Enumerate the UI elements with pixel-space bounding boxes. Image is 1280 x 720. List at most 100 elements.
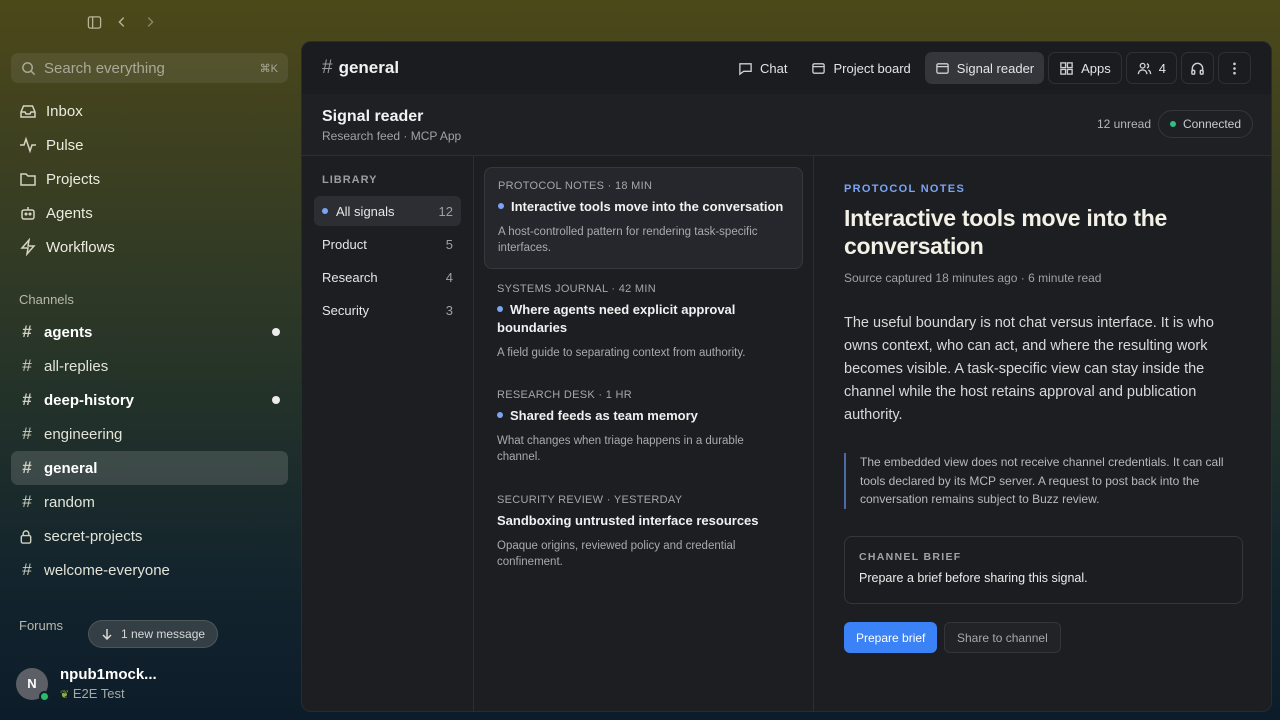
- forward-icon[interactable]: [140, 12, 160, 32]
- tab-label: Project board: [833, 60, 911, 76]
- library-item-security[interactable]: Security 3: [314, 295, 461, 325]
- active-dot: [322, 208, 328, 214]
- zap-icon: [20, 238, 36, 256]
- channel-item-secret-projects[interactable]: secret-projects: [11, 519, 288, 553]
- inbox-icon: [20, 105, 36, 118]
- members-count: 4: [1158, 60, 1166, 76]
- chat-icon: [739, 62, 752, 75]
- tab-apps[interactable]: Apps: [1048, 52, 1122, 84]
- arrow-down-icon: [102, 629, 112, 640]
- library-item-count: 4: [445, 269, 453, 285]
- app-subtitle: Research feed · MCP App: [322, 129, 462, 143]
- channel-item-random[interactable]: # random: [11, 485, 288, 519]
- unread-dot: [272, 396, 280, 404]
- channel-item-all-replies[interactable]: # all-replies: [11, 349, 288, 383]
- library-item-all-signals[interactable]: All signals 12: [314, 196, 461, 226]
- signal-title: Shared feeds as team memory: [497, 407, 790, 425]
- members-button[interactable]: 4: [1125, 52, 1177, 84]
- library-item-research[interactable]: Research 4: [314, 262, 461, 292]
- article-view: PROTOCOL NOTES Interactive tools move in…: [814, 156, 1271, 711]
- signal-card[interactable]: SECURITY REVIEW · YESTERDAY Sandboxing u…: [484, 482, 803, 582]
- library-panel: LIBRARY All signals 12 Product 5 Researc…: [302, 156, 474, 711]
- user-status: ❦ E2E Test: [60, 686, 157, 701]
- reader-icon: [936, 62, 949, 74]
- channel-name: general: [44, 459, 98, 477]
- signal-meta: PROTOCOL NOTES · 18 MIN: [498, 180, 653, 192]
- library-item-label: Research: [322, 269, 378, 285]
- huddle-button[interactable]: [1181, 52, 1214, 84]
- signal-card[interactable]: SYSTEMS JOURNAL · 42 MIN Where agents ne…: [484, 271, 803, 373]
- article-blockquote: The embedded view does not receive chann…: [844, 453, 1243, 509]
- tab-label: Chat: [760, 60, 788, 76]
- tab-signal-reader[interactable]: Signal reader: [924, 52, 1045, 84]
- channel-item-engineering[interactable]: # engineering: [11, 417, 288, 451]
- search-bar[interactable]: Search everything ⌘K: [11, 53, 288, 83]
- channel-name: engineering: [44, 425, 123, 443]
- search-input[interactable]: Search everything: [44, 60, 252, 77]
- signal-meta: RESEARCH DESK · 1 HR: [497, 389, 632, 401]
- unread-dot: [497, 306, 503, 312]
- channel-item-general[interactable]: # general: [11, 451, 288, 485]
- channel-item-agents[interactable]: # agents: [11, 315, 288, 349]
- nav-agents[interactable]: Agents: [11, 196, 288, 230]
- connected-dot: [1169, 121, 1176, 127]
- channel-title: # general: [322, 57, 399, 79]
- signal-feed: PROTOCOL NOTES · 18 MIN Interactive tool…: [474, 156, 814, 711]
- nav-pulse[interactable]: Pulse: [11, 128, 288, 162]
- unread-dot: [498, 203, 504, 209]
- article-source: Source captured 18 minutes ago · 6 minut…: [844, 271, 1102, 285]
- search-icon: [22, 61, 36, 75]
- channels-heading: Channels: [19, 292, 74, 307]
- tab-chat[interactable]: Chat: [728, 52, 797, 84]
- user-profile[interactable]: N npub1mock... ❦ E2E Test: [16, 666, 157, 702]
- channel-item-welcome-everyone[interactable]: # welcome-everyone: [11, 553, 288, 587]
- back-icon[interactable]: [112, 12, 132, 32]
- article-kicker: PROTOCOL NOTES: [844, 183, 966, 195]
- share-to-channel-button[interactable]: Share to channel: [944, 622, 1061, 653]
- main-panel: # general Chat Project board Signal read…: [301, 41, 1272, 712]
- channel-name: welcome-everyone: [44, 561, 170, 579]
- channel-list: # agents # all-replies # deep-history # …: [11, 315, 288, 587]
- nav-workflows[interactable]: Workflows: [11, 230, 288, 264]
- sidebar: Search everything ⌘K Inbox Pulse Project…: [0, 44, 300, 720]
- nav-label: Workflows: [46, 238, 115, 256]
- channel-item-deep-history[interactable]: # deep-history: [11, 383, 288, 417]
- tab-label: Signal reader: [956, 60, 1035, 76]
- avatar: N: [16, 667, 50, 702]
- new-message-pill[interactable]: 1 new message: [88, 620, 219, 648]
- library-item-product[interactable]: Product 5: [314, 229, 461, 259]
- prepare-brief-button[interactable]: Prepare brief: [844, 622, 938, 653]
- signal-summary: A host-controlled pattern for rendering …: [498, 226, 758, 254]
- app-header: Signal reader Research feed · MCP App 12…: [302, 94, 1271, 156]
- user-name: npub1mock...: [60, 666, 157, 683]
- sidebar-toggle-icon[interactable]: [84, 12, 104, 32]
- nav-label: Projects: [46, 170, 101, 188]
- signal-card[interactable]: RESEARCH DESK · 1 HR Shared feeds as tea…: [484, 377, 803, 477]
- channel-title-text: general: [338, 58, 400, 77]
- nav-label: Inbox: [46, 102, 83, 120]
- pulse-icon: [20, 136, 36, 154]
- nav-projects[interactable]: Projects: [11, 162, 288, 196]
- primary-nav: Inbox Pulse Projects Agents Workflows: [11, 94, 288, 264]
- tab-project-board[interactable]: Project board: [801, 52, 920, 84]
- unread-dot: [497, 412, 503, 418]
- app-title: Signal reader: [322, 108, 424, 125]
- signal-summary: What changes when triage happens in a du…: [497, 435, 744, 463]
- search-shortcut: ⌘K: [259, 62, 278, 75]
- channel-name: deep-history: [44, 391, 135, 409]
- more-options-button[interactable]: [1218, 52, 1251, 84]
- hash-icon: #: [22, 390, 32, 409]
- channel-brief-text: Prepare a brief before sharing this sign…: [859, 571, 1088, 585]
- unread-dot: [272, 328, 280, 336]
- bot-icon: [21, 207, 35, 220]
- library-item-label: Product: [322, 236, 367, 252]
- unread-count: 12 unread: [1096, 117, 1151, 131]
- library-item-label: Security: [322, 302, 369, 318]
- signal-summary: A field guide to separating context from…: [497, 347, 746, 359]
- hash-icon: #: [22, 322, 32, 341]
- signal-card[interactable]: PROTOCOL NOTES · 18 MIN Interactive tool…: [484, 167, 803, 269]
- nav-inbox[interactable]: Inbox: [11, 94, 288, 128]
- folder-icon: [20, 173, 36, 186]
- channel-name: agents: [44, 323, 93, 341]
- signal-title: Sandboxing untrusted interface resources: [497, 512, 790, 530]
